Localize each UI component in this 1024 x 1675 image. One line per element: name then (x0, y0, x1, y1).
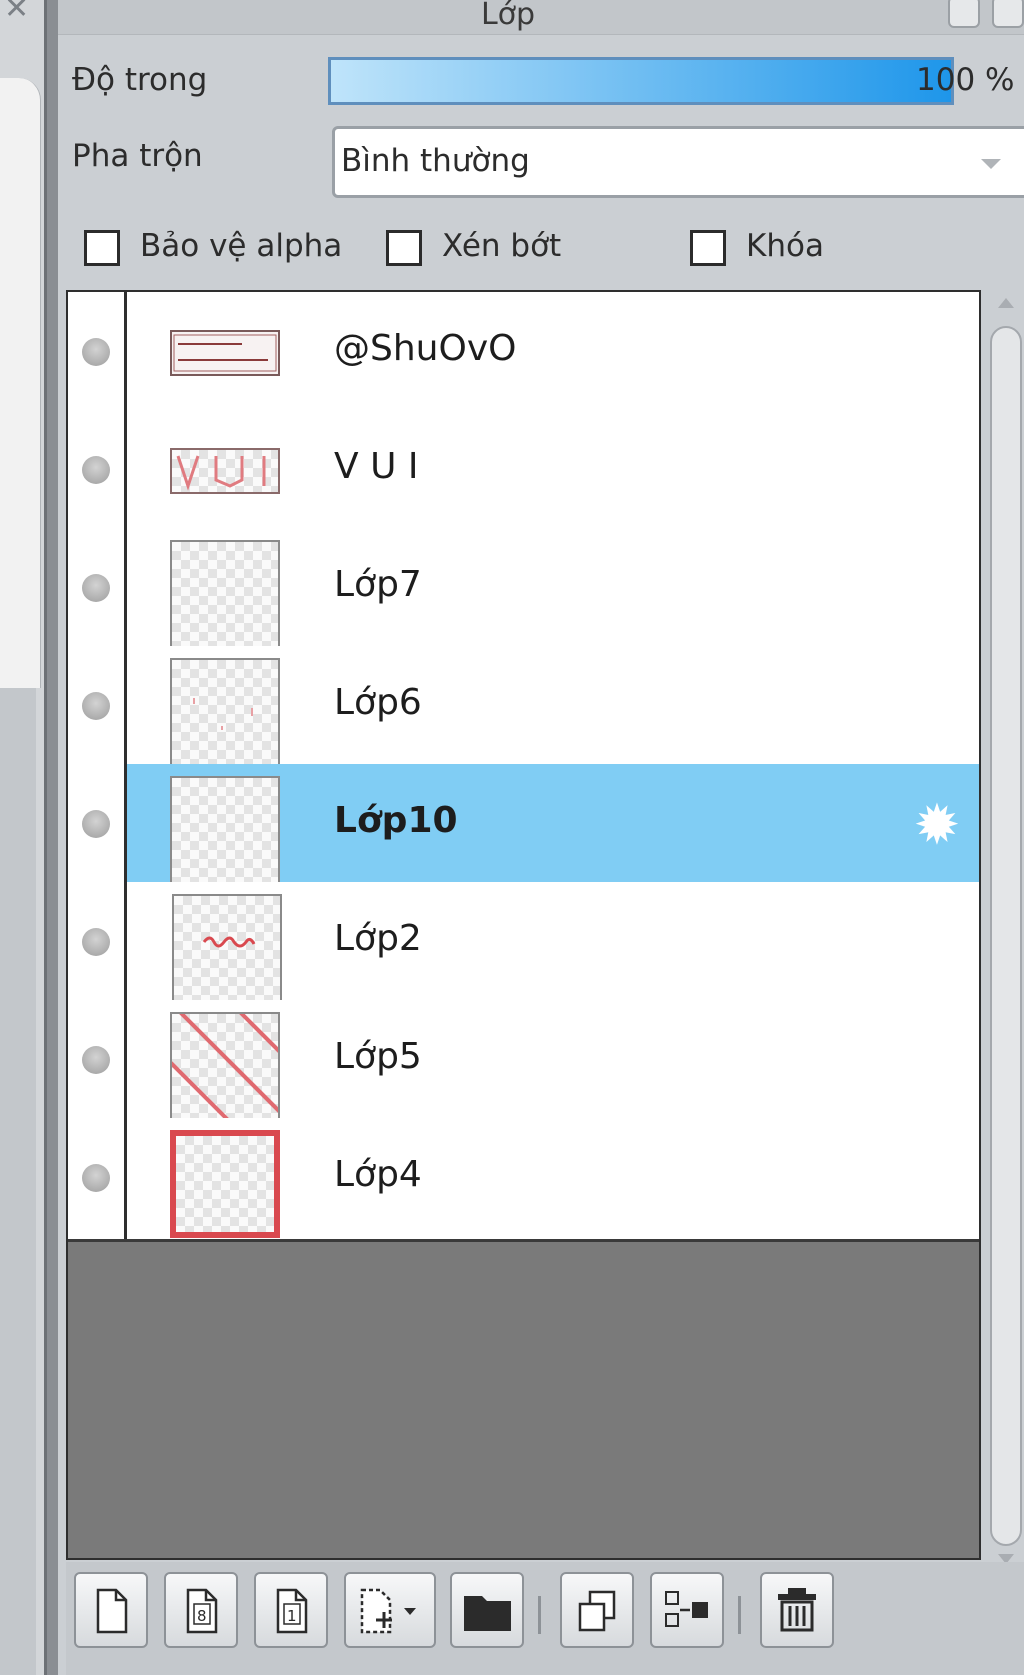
new-folder-icon (464, 1596, 511, 1631)
opacity-label: Độ trong (72, 62, 208, 98)
layer-row[interactable]: Lớp7 (68, 528, 979, 652)
panel-float-button[interactable] (948, 0, 980, 28)
adjacent-pane-content (0, 78, 41, 688)
new-layer-button[interactable] (74, 1572, 148, 1648)
panel-title: Lớp (480, 0, 536, 32)
visibility-toggle-icon[interactable] (82, 1046, 110, 1074)
new-1bit-layer-icon: 1 (276, 1588, 308, 1634)
visibility-toggle-icon[interactable] (82, 692, 110, 720)
blend-mode-value: Bình thường (341, 143, 530, 179)
checkbox-box[interactable] (690, 230, 726, 266)
panel-close-button[interactable] (992, 0, 1024, 28)
visibility-toggle-icon[interactable] (82, 1164, 110, 1192)
layer-name: Lớp5 (334, 1036, 422, 1077)
duplicate-layer-button[interactable] (560, 1572, 634, 1648)
layer-name: Lớp4 (334, 1154, 422, 1195)
visibility-toggle-icon[interactable] (82, 574, 110, 602)
scrollbar-thumb[interactable] (990, 326, 1022, 1546)
visibility-column (68, 882, 127, 1003)
layer-row-selected[interactable]: Lớp10 ✹ (68, 764, 979, 888)
layer-row[interactable]: Lớp5 (68, 942, 979, 1176)
blend-mode-label: Pha trộn (72, 138, 203, 174)
visibility-column (68, 528, 127, 649)
visibility-toggle-icon[interactable] (82, 810, 110, 838)
layer-thumbnail (170, 1130, 280, 1238)
new-8bit-layer-button[interactable]: 8 (164, 1572, 238, 1648)
merge-layer-button[interactable] (650, 1572, 724, 1648)
diagonal-stripes-thumbnail (110, 942, 344, 1176)
text-thumbnail (176, 455, 266, 491)
layer-name: Lớp10 (334, 800, 458, 841)
visibility-column (68, 1118, 127, 1239)
panel-splitter[interactable] (44, 0, 58, 1675)
blend-mode-select[interactable]: Bình thường (332, 126, 1024, 198)
layer-row[interactable]: Lớp2 (68, 882, 979, 1006)
layer-thumbnail (170, 776, 280, 884)
layer-row[interactable]: Lớp6 (68, 646, 979, 770)
layer-panel: Lớp Độ trong 100 % Pha trộn Bình thường … (58, 0, 1024, 1675)
watermark-text-thumbnail (173, 334, 277, 372)
new-8bit-layer-icon: 8 (186, 1588, 218, 1634)
chevron-down-icon (981, 159, 1001, 169)
svg-text:1: 1 (287, 1607, 297, 1625)
gear-icon[interactable]: ✹ (909, 798, 965, 854)
layer-thumbnail (170, 330, 280, 376)
visibility-toggle-icon[interactable] (82, 928, 110, 956)
scroll-up-icon[interactable] (998, 298, 1014, 308)
layer-name: V U I (334, 446, 419, 487)
close-icon[interactable]: ✕ (4, 0, 29, 24)
layer-list: @ShuOvO V U I Lớp7 Lớp6 Lớp10 ✹ Lớp2 Lớp… (66, 290, 981, 1560)
layer-thumbnail (170, 540, 280, 648)
layer-toolbar: 8 1 (66, 1562, 1024, 1675)
opacity-value: 100 % (916, 62, 1015, 98)
new-layer-menu-icon (360, 1588, 416, 1634)
adjacent-pane-lower (0, 688, 36, 1675)
duplicate-layer-icon (578, 1590, 616, 1632)
layer-row[interactable]: Lớp4 (68, 1118, 979, 1242)
checkbox-box[interactable] (386, 230, 422, 266)
new-1bit-layer-button[interactable]: 1 (254, 1572, 328, 1648)
layer-row[interactable]: V U I (68, 410, 979, 534)
layer-thumbnail (170, 448, 280, 494)
panel-titlebar: Lớp (58, 0, 1024, 35)
clipping-label: Xén bớt (442, 228, 562, 264)
layer-name: Lớp6 (334, 682, 422, 723)
layer-thumbnail (172, 894, 282, 1002)
visibility-column (68, 292, 127, 413)
layer-thumbnail (110, 942, 344, 1176)
layer-list-scrollbar[interactable] (986, 292, 1024, 1564)
opacity-slider[interactable] (328, 57, 954, 105)
new-folder-button[interactable] (450, 1572, 524, 1648)
toolbar-separator (538, 1596, 541, 1634)
layer-name: Lớp7 (334, 564, 422, 605)
delete-layer-button[interactable] (760, 1572, 834, 1648)
layer-row[interactable]: @ShuOvO (68, 292, 979, 416)
new-layer-icon (96, 1588, 128, 1634)
lock-label: Khóa (746, 228, 824, 264)
visibility-column (68, 646, 127, 767)
visibility-column (68, 1000, 127, 1121)
layer-name: Lớp2 (334, 918, 422, 959)
svg-text:8: 8 (197, 1607, 207, 1625)
visibility-column (68, 764, 127, 885)
layer-name: @ShuOvO (334, 328, 517, 369)
visibility-toggle-icon[interactable] (82, 456, 110, 484)
new-layer-menu-button[interactable] (344, 1572, 436, 1648)
visibility-column (68, 410, 127, 531)
left-adjacent-pane: ✕ (0, 0, 44, 1675)
delete-layer-icon (778, 1588, 816, 1632)
alpha-protect-label: Bảo vệ alpha (140, 228, 343, 264)
scribble-thumbnail (202, 936, 256, 948)
merge-layer-icon (665, 1591, 708, 1627)
toolbar-separator (738, 1596, 741, 1634)
sparse-marks-thumbnail (193, 698, 253, 730)
layer-thumbnail (170, 658, 280, 766)
visibility-toggle-icon[interactable] (82, 338, 110, 366)
checkbox-box[interactable] (84, 230, 120, 266)
